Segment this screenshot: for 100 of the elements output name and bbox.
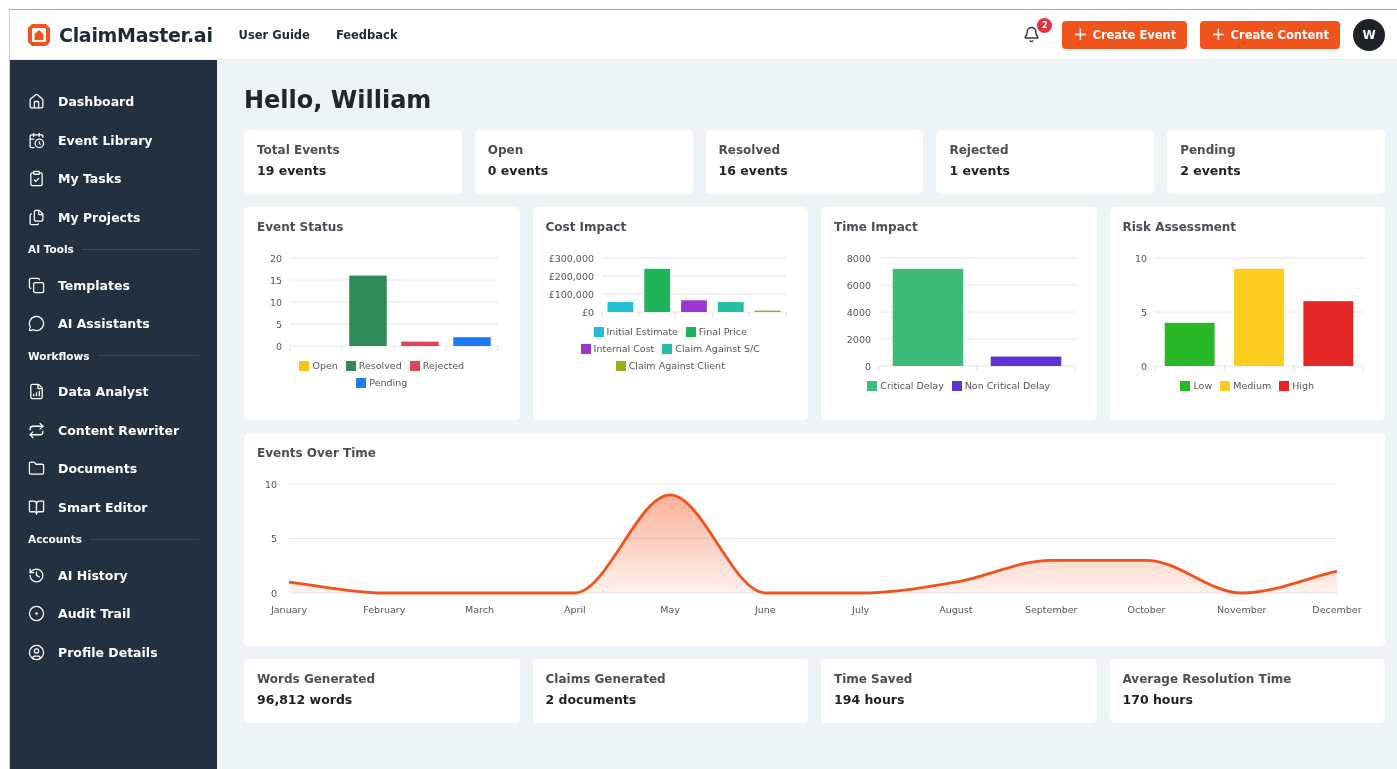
stat-label: Words Generated: [257, 672, 377, 686]
axis-tick-label: 15: [269, 274, 282, 286]
user-avatar[interactable]: W: [1353, 18, 1385, 51]
legend-swatch: [299, 360, 310, 371]
sidebar-icon: [28, 421, 45, 439]
axis-tick-label: 10: [269, 296, 282, 308]
stat-value: 194 hours: [834, 692, 906, 707]
legend-swatch: [593, 326, 604, 337]
sidebar-item[interactable]: Documents: [28, 449, 199, 489]
legend-swatch: [951, 380, 962, 391]
sidebar-icon: [28, 566, 45, 584]
legend-label: Claim Against Client: [628, 360, 725, 371]
axis-tick-label: August: [939, 604, 973, 615]
stat-value: 170 hours: [1122, 692, 1194, 707]
sidebar-item[interactable]: My Projects: [28, 198, 199, 237]
legend-label: Medium: [1233, 380, 1272, 391]
sidebar-item[interactable]: Content Rewriter: [28, 410, 199, 450]
axis-tick-label: April: [563, 604, 586, 615]
stat-value: 16 events: [718, 163, 789, 178]
axis-tick-label: February: [363, 604, 406, 615]
notification-bell-icon[interactable]: [1023, 26, 1041, 43]
create-button[interactable]: + Create Event: [1062, 20, 1188, 49]
nav-link[interactable]: Feedback: [335, 27, 398, 42]
stat-label: Time Saved: [834, 672, 914, 686]
sidebar-item[interactable]: AI Assistants: [28, 304, 199, 344]
chart-title: Cost Impact: [545, 220, 628, 234]
stat-label: Average Resolution Time: [1122, 672, 1293, 686]
axis-tick-label: £200,000: [548, 270, 595, 282]
bar: [990, 356, 1062, 366]
sidebar-item[interactable]: Event Library: [28, 120, 199, 160]
section-heading: Accounts: [28, 533, 82, 546]
bar: [607, 302, 634, 312]
sidebar-item[interactable]: Profile Details: [28, 633, 199, 672]
legend-label: Pending: [369, 377, 408, 388]
axis-tick-label: 0: [864, 360, 871, 372]
stat-value: 0 events: [487, 163, 550, 178]
axis-tick-label: March: [465, 604, 495, 615]
legend-swatch: [685, 326, 696, 337]
sidebar-item[interactable]: Smart Editor: [28, 488, 199, 527]
bar: [401, 341, 439, 346]
sidebar-icon: [28, 605, 45, 623]
axis-tick-label: 10: [1135, 252, 1148, 264]
axis-tick-label: 5: [270, 533, 277, 544]
axis-tick-label: 10: [264, 478, 277, 490]
axis-tick-label: 5: [1141, 306, 1148, 318]
axis-tick-label: January: [271, 604, 307, 615]
legend-label: Open: [312, 360, 338, 371]
legend-label: Final Price: [698, 326, 747, 337]
sidebar-icon: [28, 170, 45, 188]
axis-tick-label: £100,000: [548, 288, 595, 300]
brand-name: ClaimMaster.ai: [59, 23, 213, 46]
bar: [1164, 322, 1215, 366]
axis-tick-label: 8000: [846, 252, 871, 264]
legend-label: Rejected: [422, 360, 465, 371]
sidebar-item[interactable]: Data Analyst: [28, 372, 199, 411]
axis-tick-label: September: [1024, 604, 1078, 615]
legend-label: Critical Delay: [880, 380, 944, 391]
axis-tick-label: December: [1312, 604, 1362, 615]
axis-tick-label: July: [852, 604, 870, 615]
axis-tick-label: 4000: [846, 306, 871, 318]
bar: [681, 300, 708, 312]
create-button[interactable]: + Create Content: [1200, 20, 1340, 49]
legend-label: Resolved: [358, 360, 402, 371]
legend-swatch: [345, 360, 356, 371]
stat-value: 1 events: [949, 163, 1011, 178]
axis-tick-label: 0: [270, 587, 277, 599]
sidebar-icon: [28, 208, 45, 226]
notification-count: 2: [1037, 18, 1053, 33]
chart-title: Risk Assessment: [1122, 220, 1238, 234]
stat-label: Pending: [1180, 143, 1237, 157]
stat-value: 96,812 words: [257, 692, 354, 707]
sidebar-icon: [28, 131, 45, 149]
sidebar-icon: [28, 382, 45, 400]
stat-label: Rejected: [949, 143, 1010, 157]
axis-tick-label: £300,000: [548, 252, 595, 264]
bar: [453, 337, 491, 346]
axis-tick-label: November: [1217, 604, 1267, 615]
bar: [1303, 301, 1354, 366]
section-heading: AI Tools: [28, 243, 74, 256]
sidebar-item[interactable]: My Tasks: [28, 159, 199, 199]
sidebar-icon: [28, 460, 45, 478]
bar: [349, 275, 387, 346]
stat-value: 2 events: [1180, 163, 1242, 178]
sidebar-item[interactable]: Audit Trail: [28, 594, 199, 634]
legend-label: Low: [1193, 380, 1213, 391]
axis-tick-label: 6000: [846, 279, 871, 291]
chart-title: Time Impact: [834, 220, 919, 234]
legend-swatch: [615, 360, 626, 371]
sidebar-item[interactable]: AI History: [28, 555, 199, 595]
stat-label: Claims Generated: [545, 672, 667, 686]
greeting: Hello, William: [244, 86, 433, 114]
legend-swatch: [580, 343, 591, 354]
sidebar-item[interactable]: Dashboard: [28, 82, 199, 121]
axis-tick-label: June: [755, 604, 776, 615]
section-heading: Workflows: [28, 349, 90, 362]
nav-link[interactable]: User Guide: [238, 27, 310, 42]
sidebar-item[interactable]: Templates: [28, 265, 199, 305]
legend-label: Internal Cost: [593, 343, 655, 354]
axis-tick-label: £0: [582, 306, 595, 318]
chart-title: Events Over Time: [257, 446, 377, 460]
